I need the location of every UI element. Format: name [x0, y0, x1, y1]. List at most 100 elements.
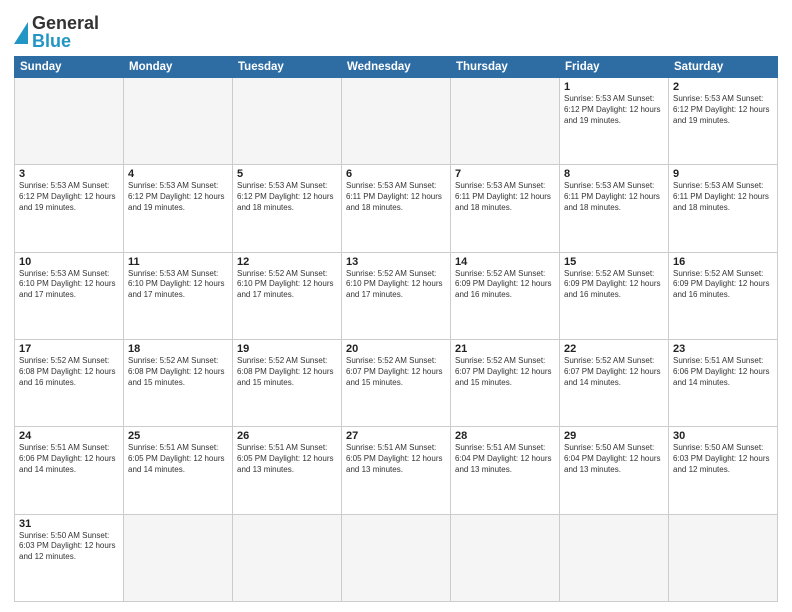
calendar-cell [342, 514, 451, 601]
day-info: Sunrise: 5:53 AM Sunset: 6:10 PM Dayligh… [19, 269, 119, 301]
day-number: 17 [19, 343, 119, 355]
day-number: 25 [128, 430, 228, 442]
calendar-cell [451, 78, 560, 165]
day-info: Sunrise: 5:53 AM Sunset: 6:11 PM Dayligh… [673, 181, 773, 213]
day-number: 4 [128, 168, 228, 180]
day-number: 31 [19, 518, 119, 530]
calendar-cell: 19Sunrise: 5:52 AM Sunset: 6:08 PM Dayli… [233, 339, 342, 426]
calendar-cell: 15Sunrise: 5:52 AM Sunset: 6:09 PM Dayli… [560, 252, 669, 339]
column-header-tuesday: Tuesday [233, 57, 342, 78]
calendar-cell: 30Sunrise: 5:50 AM Sunset: 6:03 PM Dayli… [669, 427, 778, 514]
day-info: Sunrise: 5:53 AM Sunset: 6:12 PM Dayligh… [673, 94, 773, 126]
logo: General Blue [14, 14, 99, 50]
calendar-cell: 4Sunrise: 5:53 AM Sunset: 6:12 PM Daylig… [124, 165, 233, 252]
calendar-cell: 21Sunrise: 5:52 AM Sunset: 6:07 PM Dayli… [451, 339, 560, 426]
day-info: Sunrise: 5:53 AM Sunset: 6:11 PM Dayligh… [346, 181, 446, 213]
calendar-cell: 20Sunrise: 5:52 AM Sunset: 6:07 PM Dayli… [342, 339, 451, 426]
calendar-week-row: 24Sunrise: 5:51 AM Sunset: 6:06 PM Dayli… [15, 427, 778, 514]
day-info: Sunrise: 5:50 AM Sunset: 6:03 PM Dayligh… [673, 443, 773, 475]
calendar-cell: 13Sunrise: 5:52 AM Sunset: 6:10 PM Dayli… [342, 252, 451, 339]
day-number: 23 [673, 343, 773, 355]
day-info: Sunrise: 5:52 AM Sunset: 6:10 PM Dayligh… [346, 269, 446, 301]
day-info: Sunrise: 5:53 AM Sunset: 6:12 PM Dayligh… [237, 181, 337, 213]
day-info: Sunrise: 5:50 AM Sunset: 6:04 PM Dayligh… [564, 443, 664, 475]
day-info: Sunrise: 5:52 AM Sunset: 6:08 PM Dayligh… [19, 356, 119, 388]
calendar-cell [342, 78, 451, 165]
calendar-cell: 11Sunrise: 5:53 AM Sunset: 6:10 PM Dayli… [124, 252, 233, 339]
calendar-week-row: 3Sunrise: 5:53 AM Sunset: 6:12 PM Daylig… [15, 165, 778, 252]
day-number: 19 [237, 343, 337, 355]
calendar-cell: 3Sunrise: 5:53 AM Sunset: 6:12 PM Daylig… [15, 165, 124, 252]
calendar-week-row: 17Sunrise: 5:52 AM Sunset: 6:08 PM Dayli… [15, 339, 778, 426]
day-number: 8 [564, 168, 664, 180]
calendar-cell: 5Sunrise: 5:53 AM Sunset: 6:12 PM Daylig… [233, 165, 342, 252]
day-info: Sunrise: 5:53 AM Sunset: 6:11 PM Dayligh… [564, 181, 664, 213]
calendar-week-row: 31Sunrise: 5:50 AM Sunset: 6:03 PM Dayli… [15, 514, 778, 601]
day-info: Sunrise: 5:52 AM Sunset: 6:09 PM Dayligh… [564, 269, 664, 301]
day-number: 26 [237, 430, 337, 442]
day-info: Sunrise: 5:52 AM Sunset: 6:08 PM Dayligh… [128, 356, 228, 388]
calendar-cell [233, 78, 342, 165]
calendar-cell: 24Sunrise: 5:51 AM Sunset: 6:06 PM Dayli… [15, 427, 124, 514]
day-number: 29 [564, 430, 664, 442]
day-number: 21 [455, 343, 555, 355]
calendar-cell: 16Sunrise: 5:52 AM Sunset: 6:09 PM Dayli… [669, 252, 778, 339]
day-number: 3 [19, 168, 119, 180]
calendar-cell: 2Sunrise: 5:53 AM Sunset: 6:12 PM Daylig… [669, 78, 778, 165]
calendar-cell: 12Sunrise: 5:52 AM Sunset: 6:10 PM Dayli… [233, 252, 342, 339]
calendar-cell [669, 514, 778, 601]
day-info: Sunrise: 5:52 AM Sunset: 6:08 PM Dayligh… [237, 356, 337, 388]
calendar-week-row: 1Sunrise: 5:53 AM Sunset: 6:12 PM Daylig… [15, 78, 778, 165]
calendar-cell [233, 514, 342, 601]
calendar-cell: 9Sunrise: 5:53 AM Sunset: 6:11 PM Daylig… [669, 165, 778, 252]
day-info: Sunrise: 5:52 AM Sunset: 6:07 PM Dayligh… [346, 356, 446, 388]
calendar-cell: 1Sunrise: 5:53 AM Sunset: 6:12 PM Daylig… [560, 78, 669, 165]
day-number: 2 [673, 81, 773, 93]
calendar-cell: 7Sunrise: 5:53 AM Sunset: 6:11 PM Daylig… [451, 165, 560, 252]
day-info: Sunrise: 5:52 AM Sunset: 6:07 PM Dayligh… [455, 356, 555, 388]
logo-general: General [32, 13, 99, 33]
column-header-thursday: Thursday [451, 57, 560, 78]
day-number: 16 [673, 256, 773, 268]
day-number: 24 [19, 430, 119, 442]
day-number: 10 [19, 256, 119, 268]
day-number: 13 [346, 256, 446, 268]
calendar-cell: 6Sunrise: 5:53 AM Sunset: 6:11 PM Daylig… [342, 165, 451, 252]
day-info: Sunrise: 5:52 AM Sunset: 6:07 PM Dayligh… [564, 356, 664, 388]
column-header-monday: Monday [124, 57, 233, 78]
day-number: 5 [237, 168, 337, 180]
calendar-cell [15, 78, 124, 165]
header: General Blue [14, 10, 778, 50]
day-info: Sunrise: 5:52 AM Sunset: 6:09 PM Dayligh… [673, 269, 773, 301]
logo-icon [14, 22, 28, 44]
calendar-table: SundayMondayTuesdayWednesdayThursdayFrid… [14, 56, 778, 602]
day-info: Sunrise: 5:53 AM Sunset: 6:11 PM Dayligh… [455, 181, 555, 213]
day-number: 7 [455, 168, 555, 180]
day-info: Sunrise: 5:53 AM Sunset: 6:12 PM Dayligh… [128, 181, 228, 213]
day-info: Sunrise: 5:51 AM Sunset: 6:06 PM Dayligh… [673, 356, 773, 388]
day-number: 9 [673, 168, 773, 180]
page: General Blue SundayMondayTuesdayWednesda… [0, 0, 792, 612]
day-number: 14 [455, 256, 555, 268]
day-number: 28 [455, 430, 555, 442]
calendar-week-row: 10Sunrise: 5:53 AM Sunset: 6:10 PM Dayli… [15, 252, 778, 339]
day-number: 1 [564, 81, 664, 93]
day-info: Sunrise: 5:53 AM Sunset: 6:12 PM Dayligh… [564, 94, 664, 126]
day-info: Sunrise: 5:51 AM Sunset: 6:05 PM Dayligh… [128, 443, 228, 475]
day-number: 15 [564, 256, 664, 268]
calendar-cell: 26Sunrise: 5:51 AM Sunset: 6:05 PM Dayli… [233, 427, 342, 514]
calendar-cell: 10Sunrise: 5:53 AM Sunset: 6:10 PM Dayli… [15, 252, 124, 339]
calendar-cell: 28Sunrise: 5:51 AM Sunset: 6:04 PM Dayli… [451, 427, 560, 514]
day-number: 27 [346, 430, 446, 442]
day-info: Sunrise: 5:53 AM Sunset: 6:12 PM Dayligh… [19, 181, 119, 213]
calendar-header-row: SundayMondayTuesdayWednesdayThursdayFrid… [15, 57, 778, 78]
calendar-cell: 22Sunrise: 5:52 AM Sunset: 6:07 PM Dayli… [560, 339, 669, 426]
day-info: Sunrise: 5:52 AM Sunset: 6:09 PM Dayligh… [455, 269, 555, 301]
calendar-cell [451, 514, 560, 601]
day-info: Sunrise: 5:53 AM Sunset: 6:10 PM Dayligh… [128, 269, 228, 301]
day-number: 22 [564, 343, 664, 355]
calendar-cell: 14Sunrise: 5:52 AM Sunset: 6:09 PM Dayli… [451, 252, 560, 339]
calendar-cell [124, 78, 233, 165]
logo-text: General Blue [32, 14, 99, 50]
day-number: 6 [346, 168, 446, 180]
